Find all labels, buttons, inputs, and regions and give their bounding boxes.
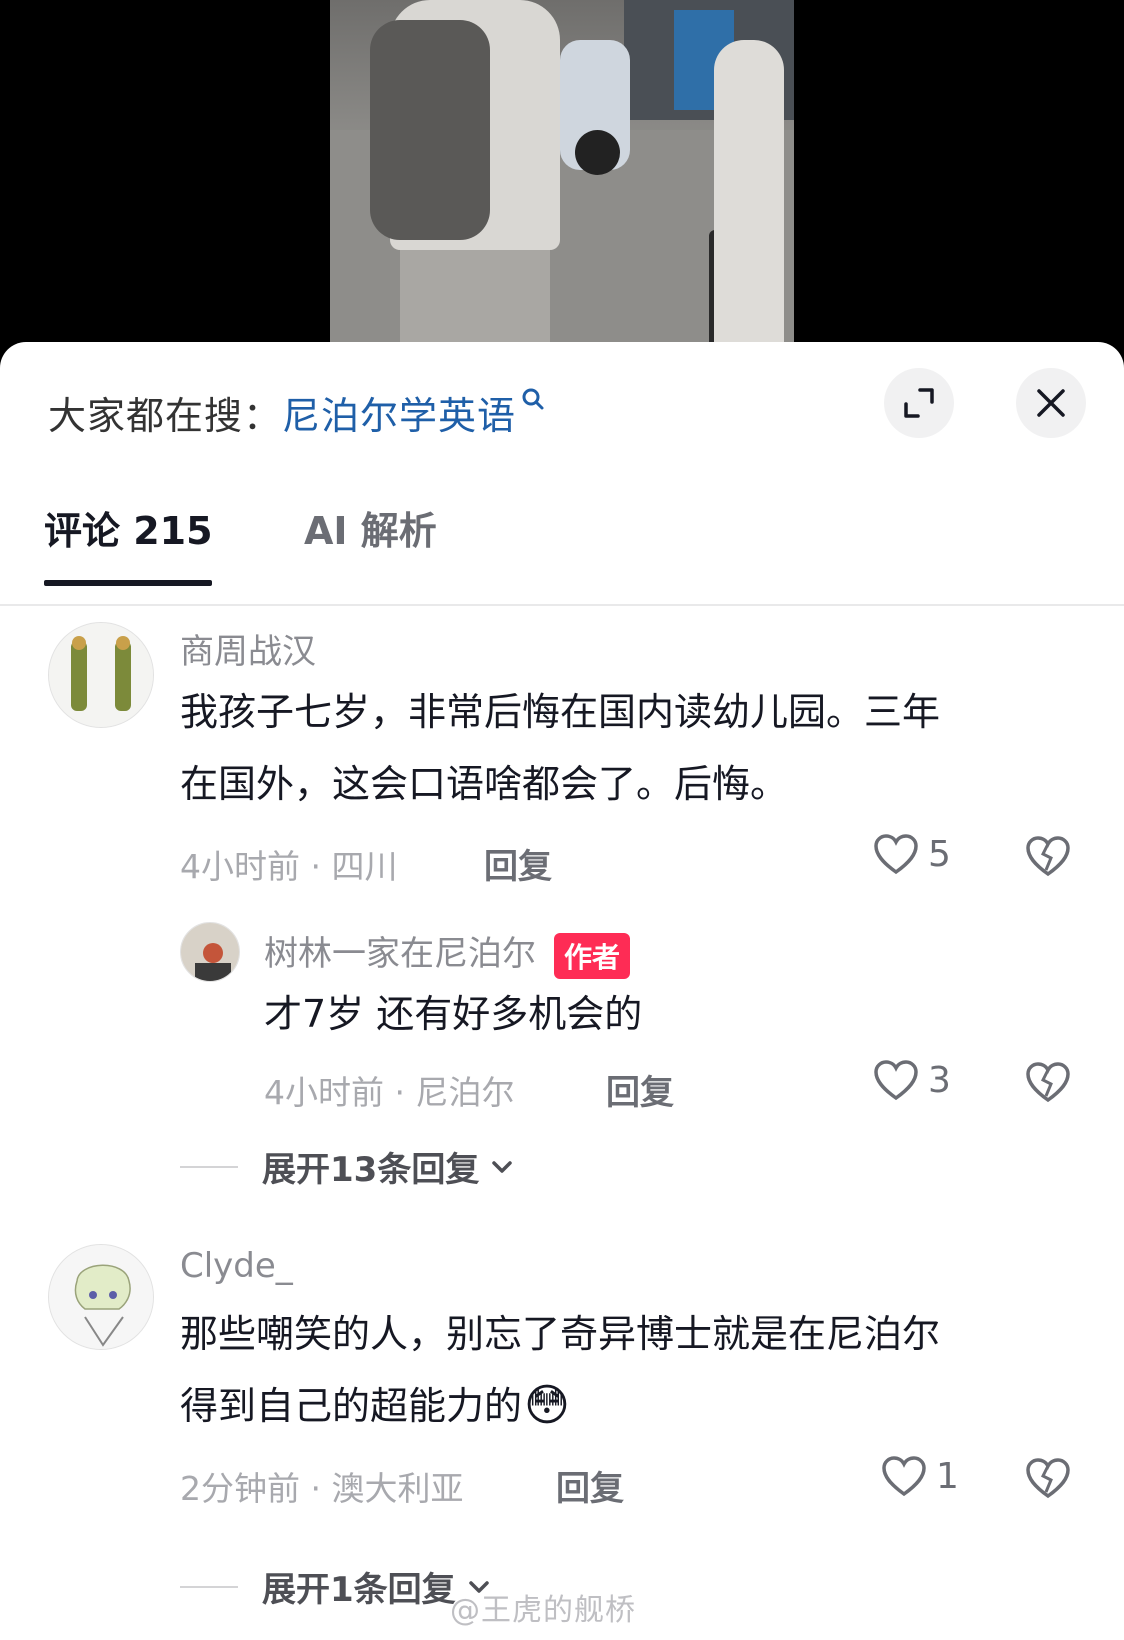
flushed-emoji: 😳 [524, 1380, 570, 1431]
active-tab-indicator [44, 580, 212, 586]
reply-button[interactable]: 回复 [484, 839, 552, 888]
comment-username[interactable]: Clyde_ [180, 1246, 293, 1286]
comment-text-line-with-emoji: 得到自己的超能力的 😳 [180, 1370, 570, 1442]
author-badge: 作者 [554, 932, 631, 979]
search-suggestion-term[interactable]: 尼泊尔学英语 [282, 385, 516, 440]
reply-username[interactable]: 树林一家在尼泊尔 [264, 934, 536, 974]
search-suggestion-prefix: 大家都在搜： [48, 393, 283, 438]
expand-replies-label: 展开13条回复 [262, 1150, 480, 1190]
like-count: 1 [936, 1455, 959, 1497]
comment-sheet: 大家都在搜： 尼泊尔学英语 评论 215 AI 解析 商周战汉 我孩子七岁，非常… [0, 342, 1124, 1640]
expand-button[interactable] [884, 368, 954, 438]
comment-username[interactable]: 商周战汉 [180, 624, 316, 673]
heart-icon [874, 834, 918, 875]
video-player[interactable] [0, 0, 1124, 360]
like-button[interactable]: 5 [872, 832, 951, 876]
comment-text-line: 在国外，这会口语啥都会了。后悔。 [180, 762, 789, 806]
tab-bar: 评论 215 AI 解析 [0, 482, 1124, 588]
reply-text: 才7岁 还有好多机会的 [264, 992, 643, 1036]
reply-meta: 4小时前 · 尼泊尔 [264, 1073, 515, 1112]
search-suggestion[interactable]: 大家都在搜： 尼泊尔学英语 [48, 382, 546, 442]
close-icon [1037, 389, 1065, 417]
comment-meta: 4小时前 · 四川 [180, 847, 398, 886]
divider [180, 1165, 238, 1168]
avatar[interactable] [48, 1244, 154, 1350]
expand-icon [904, 388, 934, 418]
close-button[interactable] [1016, 368, 1086, 438]
dislike-icon[interactable] [1024, 834, 1072, 878]
avatar[interactable] [48, 622, 154, 728]
chevron-down-icon [492, 1160, 513, 1173]
reply-username-row: 树林一家在尼泊尔 作者 [264, 926, 631, 979]
avatar[interactable] [180, 922, 240, 982]
heart-icon [874, 1060, 918, 1101]
heart-icon [882, 1456, 926, 1497]
dislike-icon[interactable] [1024, 1060, 1072, 1104]
expand-replies-button[interactable]: 展开1条回复 [180, 1562, 494, 1611]
like-count: 5 [928, 833, 951, 875]
tab-ai-analysis[interactable]: AI 解析 [304, 500, 437, 555]
like-count: 3 [928, 1059, 951, 1101]
watermark: @王虎的舰桥 [450, 1593, 636, 1628]
like-button[interactable]: 3 [872, 1058, 951, 1102]
comment-text-line: 我孩子七岁，非常后悔在国内读幼儿园。三年 [180, 690, 941, 734]
comment-text-line: 那些嘲笑的人，别忘了奇异博士就是在尼泊尔 [180, 1312, 941, 1356]
tab-comments[interactable]: 评论 215 [44, 500, 213, 555]
reply-button[interactable]: 回复 [556, 1461, 624, 1510]
divider [180, 1585, 238, 1588]
divider [0, 604, 1124, 606]
like-button[interactable]: 1 [880, 1454, 959, 1498]
expand-replies-button[interactable]: 展开13条回复 [180, 1142, 517, 1191]
expand-replies-label: 展开1条回复 [262, 1570, 456, 1610]
dislike-icon[interactable] [1024, 1456, 1072, 1500]
reply-button[interactable]: 回复 [606, 1065, 674, 1114]
search-icon [522, 388, 544, 410]
comment-meta: 2分钟前 · 澳大利亚 [180, 1469, 464, 1508]
video-frame [330, 0, 794, 360]
comment-text-line: 得到自己的超能力的 [180, 1384, 523, 1428]
